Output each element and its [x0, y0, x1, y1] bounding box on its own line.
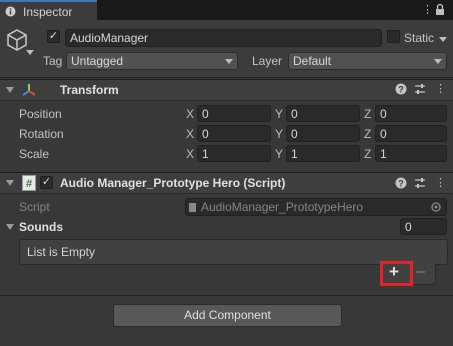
scale-z-field[interactable]: 1	[375, 145, 447, 162]
chevron-down-icon	[434, 59, 442, 64]
divider	[0, 295, 453, 296]
rotation-label: Rotation	[19, 127, 64, 141]
svg-text:?: ?	[398, 179, 404, 189]
foldout-arrow-icon[interactable]	[6, 87, 14, 93]
layer-dropdown[interactable]: Default	[288, 52, 447, 70]
help-icon[interactable]: ?	[395, 83, 407, 95]
script-hash-icon: #	[22, 175, 36, 191]
add-component-button[interactable]: Add Component	[113, 304, 342, 327]
object-picker-icon[interactable]	[431, 202, 441, 212]
info-icon	[5, 6, 16, 17]
sounds-label: Sounds	[19, 220, 63, 234]
axis-z-label: Z	[364, 127, 372, 141]
script-component-title: Audio Manager_Prototype Hero (Script)	[60, 176, 286, 190]
axis-x-label: X	[186, 107, 195, 121]
cube-icon	[6, 28, 28, 52]
layer-label: Layer	[252, 54, 283, 68]
position-x-field[interactable]: 0	[197, 105, 271, 122]
static-checkbox[interactable]	[387, 30, 400, 43]
help-icon[interactable]: ?	[395, 177, 407, 189]
axis-y-label: Y	[275, 127, 284, 141]
sounds-count-field[interactable]: 0	[400, 218, 447, 235]
preset-sliders-icon[interactable]	[414, 83, 426, 95]
chevron-down-icon	[225, 59, 233, 64]
tab-inspector[interactable]: Inspector	[0, 0, 97, 20]
check-icon: ✓	[48, 30, 59, 42]
script-reference-value: AudioManager_PrototypeHero	[201, 200, 364, 214]
kebab-menu-icon[interactable]: ⋮	[435, 82, 446, 95]
foldout-arrow-icon[interactable]	[6, 180, 14, 186]
tag-value: Untagged	[71, 54, 124, 68]
kebab-menu-icon[interactable]: ⋮	[435, 176, 446, 189]
remove-element-button[interactable]: –	[416, 263, 425, 281]
position-y-field[interactable]: 0	[286, 105, 360, 122]
script-file-icon	[189, 203, 196, 212]
axis-z-label: Z	[364, 107, 372, 121]
svg-text:?: ?	[398, 85, 404, 95]
script-enabled-checkbox[interactable]: ✓	[40, 176, 53, 189]
highlight-box	[380, 261, 413, 286]
static-dropdown-caret[interactable]	[439, 37, 447, 42]
lock-icon[interactable]	[435, 4, 445, 16]
tag-label: Tag	[43, 54, 63, 68]
check-icon: ✓	[41, 176, 52, 188]
script-label: Script	[19, 200, 50, 214]
list-empty-text: List is Empty	[27, 245, 96, 259]
tab-label: Inspector	[23, 5, 73, 19]
sounds-foldout-icon[interactable]	[6, 224, 14, 230]
position-label: Position	[19, 107, 62, 121]
svg-text:#: #	[26, 178, 32, 190]
transform-axes-icon	[21, 82, 37, 98]
axis-z-label: Z	[364, 147, 372, 161]
tag-dropdown[interactable]: Untagged	[66, 52, 238, 70]
layer-value: Default	[293, 54, 332, 68]
gameobject-name-field[interactable]: AudioManager	[65, 29, 382, 47]
axis-y-label: Y	[275, 107, 284, 121]
axis-x-label: X	[186, 147, 195, 161]
position-z-field[interactable]: 0	[375, 105, 447, 122]
icon-dropdown-caret[interactable]	[26, 50, 34, 55]
axis-x-label: X	[186, 127, 195, 141]
scale-label: Scale	[19, 147, 50, 161]
script-reference-field[interactable]: AudioManager_PrototypeHero	[185, 198, 447, 216]
active-checkbox[interactable]: ✓	[47, 30, 60, 43]
rotation-x-field[interactable]: 0	[197, 125, 271, 142]
scale-x-field[interactable]: 1	[197, 145, 271, 162]
scale-y-field[interactable]: 1	[286, 145, 360, 162]
axis-y-label: Y	[275, 147, 284, 161]
preset-sliders-icon[interactable]	[414, 177, 426, 189]
transform-title: Transform	[60, 83, 119, 97]
rotation-y-field[interactable]: 0	[286, 125, 360, 142]
kebab-menu-icon[interactable]: ⋮	[422, 3, 433, 16]
rotation-z-field[interactable]: 0	[375, 125, 447, 142]
static-label: Static	[404, 31, 435, 45]
